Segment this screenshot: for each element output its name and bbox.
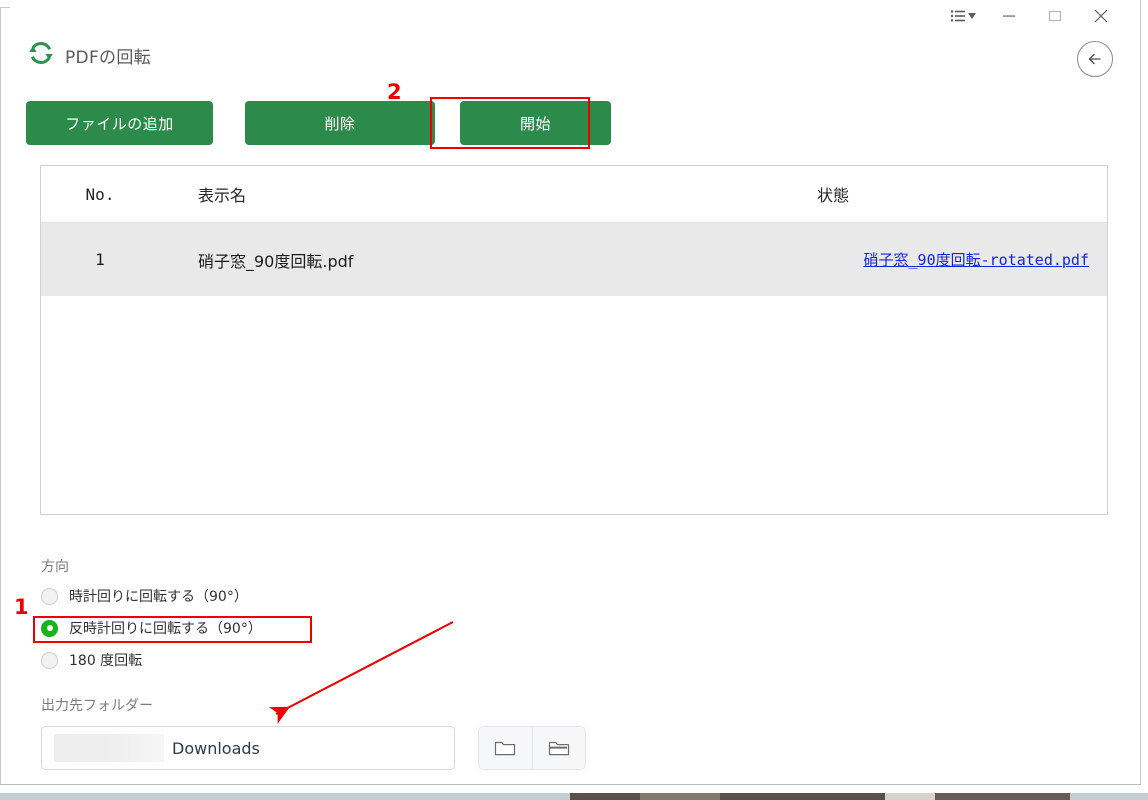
radio-option-180[interactable]: 180 度回転 <box>41 650 142 670</box>
maximize-button[interactable] <box>1032 0 1078 32</box>
title-bar <box>940 0 1140 33</box>
annotation-step-2: 2 <box>387 80 402 104</box>
radio-indicator[interactable] <box>41 651 58 669</box>
cell-display-name: 硝子窓_90度回転.pdf <box>198 251 354 271</box>
folder-open-icon[interactable] <box>531 727 585 769</box>
application-window: PDFの回転 ファイルの追加 削除 開始 2 No. 表示名 状態 1 硝子窓_… <box>0 0 1148 800</box>
radio-option-counter-clockwise[interactable]: 反時計回りに回転する（90°） <box>41 618 262 638</box>
column-header-name: 表示名 <box>198 186 247 205</box>
minimize-button[interactable] <box>986 0 1032 32</box>
table-row[interactable]: 1 硝子窓_90度回転.pdf 硝子窓_90度回転-rotated.pdf <box>41 223 1107 296</box>
delete-button[interactable]: 削除 <box>245 101 435 145</box>
file-list-table: No. 表示名 状態 1 硝子窓_90度回転.pdf 硝子窓_90度回転-rot… <box>40 165 1108 515</box>
page-title: PDFの回転 <box>65 47 151 68</box>
taskbar-sliver <box>0 793 1148 800</box>
list-menu-icon[interactable] <box>940 0 986 32</box>
rotate-refresh-icon <box>26 38 56 72</box>
app-header: PDFの回転 <box>26 38 151 72</box>
annotation-step-1: 1 <box>14 595 29 619</box>
output-folder-label: 出力先フォルダー <box>41 698 153 714</box>
folder-action-buttons <box>478 726 586 770</box>
cell-state: 硝子窓_90度回転-rotated.pdf <box>799 249 1107 270</box>
output-folder-input[interactable]: Downloads <box>41 726 455 770</box>
column-header-state: 状態 <box>817 186 850 205</box>
add-file-button[interactable]: ファイルの追加 <box>26 101 213 145</box>
output-folder-value: Downloads <box>172 738 260 758</box>
back-arrow-icon[interactable] <box>1077 41 1113 77</box>
radio-indicator[interactable] <box>41 587 58 605</box>
radio-option-label: 時計回りに回転する（90°） <box>69 589 248 605</box>
radio-option-label: 180 度回転 <box>69 653 143 669</box>
window-frame-edge <box>1140 0 1141 784</box>
folder-closed-icon[interactable] <box>479 727 532 769</box>
window-frame-edge <box>0 7 1 784</box>
window-frame-edge <box>0 7 10 8</box>
radio-indicator-selected[interactable] <box>41 619 58 637</box>
close-button[interactable] <box>1078 0 1124 32</box>
start-button[interactable]: 開始 <box>460 101 611 145</box>
cell-row-number: 1 <box>95 250 105 269</box>
column-header-no: No. <box>85 184 115 204</box>
direction-group-label: 方向 <box>41 559 69 575</box>
desktop-background-strip <box>0 785 1148 800</box>
annotation-arrow <box>268 621 454 724</box>
radio-option-clockwise[interactable]: 時計回りに回転する（90°） <box>41 586 248 606</box>
redacted-path-prefix <box>54 734 164 762</box>
radio-option-label: 反時計回りに回転する（90°） <box>69 621 262 637</box>
output-file-link[interactable]: 硝子窓_90度回転-rotated.pdf <box>864 251 1089 269</box>
table-header-row: No. 表示名 状態 <box>41 166 1107 223</box>
